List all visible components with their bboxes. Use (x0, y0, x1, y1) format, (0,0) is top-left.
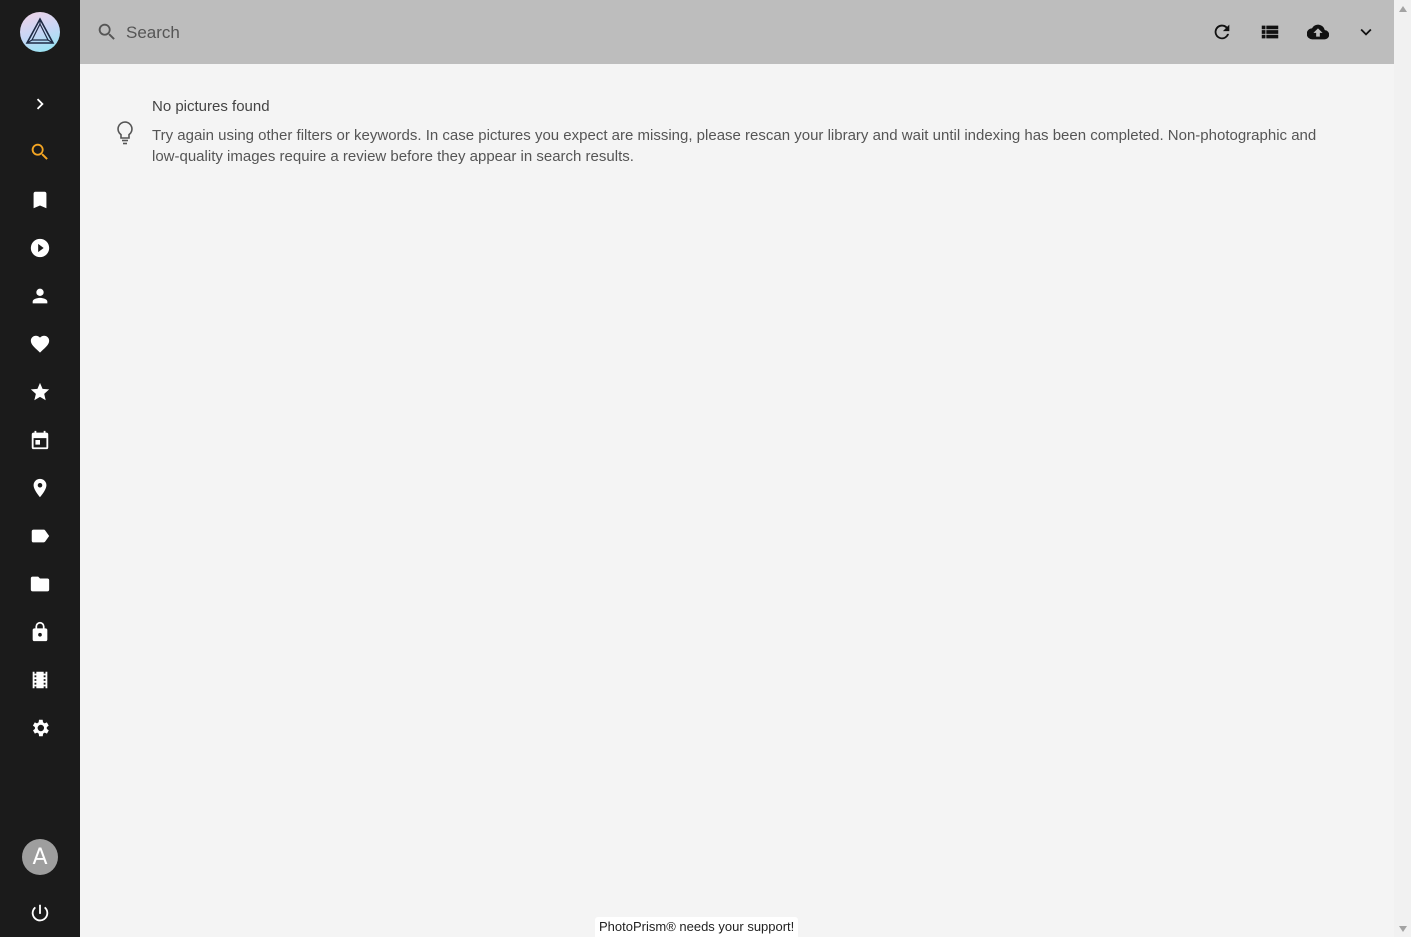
scroll-down-arrow-icon (1398, 925, 1407, 932)
nav-videos[interactable] (16, 228, 64, 268)
search-input[interactable] (124, 18, 928, 48)
avatar[interactable]: A (22, 839, 58, 875)
refresh-button[interactable] (1206, 16, 1238, 48)
nav-folders[interactable] (16, 564, 64, 604)
nav-labels[interactable] (16, 516, 64, 556)
more-options-button[interactable] (1350, 16, 1382, 48)
person-icon (32, 288, 48, 304)
chevron-right-icon (36, 98, 44, 110)
nav-moments[interactable] (16, 372, 64, 412)
search-field-icon (96, 21, 118, 43)
bookmark-icon (33, 191, 47, 209)
nav-favorites[interactable] (16, 324, 64, 364)
empty-state-title: No pictures found (152, 98, 270, 115)
nav-private[interactable] (16, 612, 64, 652)
scroll-down-button[interactable] (1394, 920, 1411, 937)
calendar-icon (31, 430, 49, 450)
folder-icon (30, 576, 50, 592)
film-icon (32, 671, 48, 689)
upload-button[interactable] (1302, 16, 1334, 48)
search-icon (98, 23, 115, 40)
toolbar (80, 0, 1394, 64)
refresh-icon (1214, 24, 1230, 40)
support-banner[interactable]: PhotoPrism® needs your support! (595, 917, 799, 937)
expand-sidebar-button[interactable] (16, 84, 64, 124)
list-view-icon (1261, 25, 1279, 39)
play-circle-icon (30, 238, 50, 258)
cloud-upload-icon (1307, 24, 1329, 40)
nav-albums[interactable] (16, 180, 64, 220)
avatar-letter: A (32, 844, 48, 870)
nav-settings[interactable] (16, 708, 64, 748)
heart-icon (30, 335, 50, 353)
prism-logo-icon (25, 17, 55, 44)
nav-calendar[interactable] (16, 420, 64, 460)
star-icon (30, 382, 50, 401)
lightbulb-icon (117, 121, 133, 145)
lock-icon (32, 621, 48, 642)
scroll-up-arrow-icon (1398, 5, 1407, 12)
scrollbar[interactable] (1394, 0, 1411, 937)
logout-button[interactable] (16, 893, 64, 933)
nav-people[interactable] (16, 276, 64, 316)
search-icon (31, 143, 48, 160)
map-pin-icon (33, 478, 47, 498)
nav-places[interactable] (16, 468, 64, 508)
power-icon (31, 904, 49, 922)
label-icon (31, 529, 50, 543)
scroll-up-button[interactable] (1394, 0, 1411, 17)
chevron-down-icon (1360, 28, 1372, 36)
list-view-button[interactable] (1254, 16, 1286, 48)
main-content: No pictures found Try again using other … (80, 64, 1394, 937)
nav-library[interactable] (16, 660, 64, 700)
photoprism-logo[interactable] (20, 12, 60, 52)
sidebar: A (0, 0, 80, 937)
empty-state-message: Try again using other filters or keyword… (152, 127, 1317, 165)
nav-search[interactable] (16, 132, 64, 172)
gear-icon (32, 719, 49, 737)
